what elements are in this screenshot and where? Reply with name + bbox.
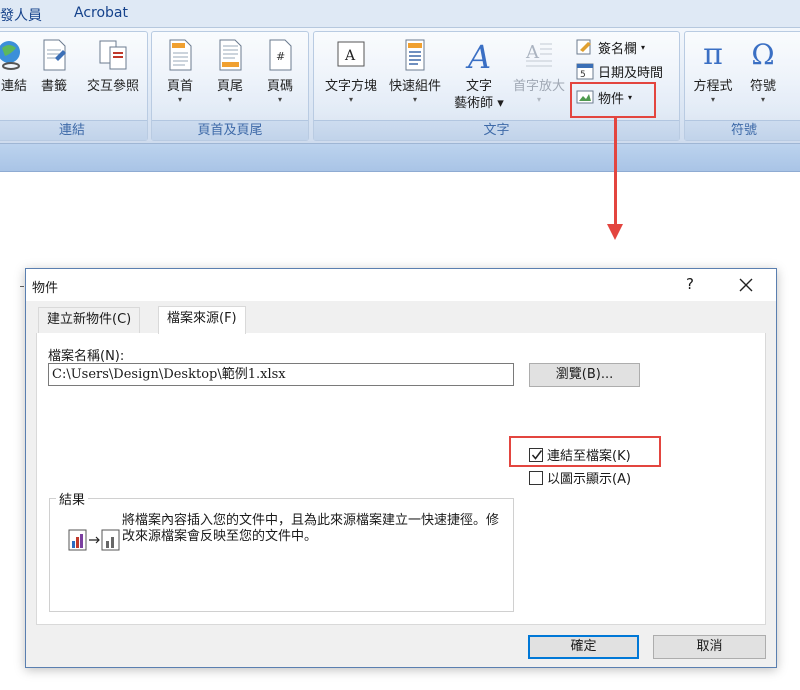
ruler-tick: [20, 286, 24, 287]
textbox-button[interactable]: A 文字方塊 ▾: [320, 38, 382, 105]
link-file-icon: [68, 529, 120, 551]
quick-parts-button[interactable]: 快速組件 ▾: [384, 38, 446, 105]
date-time-icon: 5: [576, 63, 594, 80]
date-time-button[interactable]: 5 日期及時間: [576, 60, 663, 82]
footer-button[interactable]: 頁尾 ▾: [212, 38, 248, 105]
header-button[interactable]: 頁首 ▾: [162, 38, 198, 105]
svg-text:A: A: [465, 38, 491, 72]
tab-acrobat[interactable]: Acrobat: [74, 5, 128, 21]
group-label-links: 連結: [0, 120, 147, 140]
group-label-text: 文字: [314, 120, 679, 140]
tab-from-file[interactable]: 檔案來源(F): [158, 306, 246, 334]
bookmark-icon: [43, 39, 66, 71]
result-label: 結果: [56, 489, 89, 508]
ribbon-tab-bar: 發人員 Acrobat: [0, 0, 800, 28]
svg-text:#: #: [276, 50, 285, 63]
display-as-icon-checkbox[interactable]: 以圖示顯示(A): [529, 468, 631, 487]
quick-parts-icon: [405, 39, 425, 71]
link-to-file-checkbox[interactable]: 連結至檔案(K): [529, 445, 631, 464]
header-icon: [169, 39, 192, 71]
tab-developer[interactable]: 發人員: [0, 5, 42, 25]
callout-arrow-line: [614, 116, 617, 226]
group-header-footer: 頁首 ▾ 頁尾 ▾ # 頁碼 ▾ 頁首及頁尾: [151, 31, 309, 141]
filename-label: 檔案名稱(N):: [48, 349, 125, 364]
bookmark-button[interactable]: 書籤: [37, 38, 71, 95]
ribbon-bottom-band: [0, 144, 800, 172]
equation-button[interactable]: π 方程式 ▾: [689, 38, 737, 105]
signature-line-button[interactable]: 簽名欄 ▾: [576, 36, 645, 58]
group-links: 連結 書籤 交互參照 連結: [0, 31, 148, 141]
browse-button[interactable]: 瀏覽(B)...: [529, 363, 640, 387]
filename-input[interactable]: C:\Users\Design\Desktop\範例1.xlsx: [48, 363, 514, 386]
checkbox-unchecked-icon: [529, 470, 543, 485]
object-dialog: 物件 ? 建立新物件(C) 檔案來源(F) 檔案名稱(N): C:\Users\…: [25, 268, 777, 668]
signature-line-icon: [576, 39, 591, 55]
ribbon: 連結 書籤 交互參照 連結 頁首 ▾ 頁尾 ▾ # 頁碼 ▾ 頁首及頁尾 A 文…: [0, 28, 800, 144]
hyperlink-icon: [0, 41, 20, 70]
svg-text:5: 5: [580, 70, 586, 80]
object-highlight-box: [570, 82, 656, 118]
close-icon[interactable]: [736, 275, 756, 295]
dialog-title: 物件: [32, 281, 59, 296]
hyperlink-button[interactable]: 連結: [0, 38, 31, 95]
group-label-symbols: 符號: [685, 120, 800, 140]
cancel-button[interactable]: 取消: [653, 635, 766, 659]
dialog-titlebar: 物件 ?: [26, 269, 776, 301]
page-number-icon: #: [269, 39, 292, 71]
drop-cap-button: A 首字放大 ▾: [508, 38, 570, 105]
textbox-icon: A: [337, 41, 365, 67]
wordart-icon: A: [465, 38, 491, 72]
equation-icon: π: [703, 37, 723, 72]
tab-create-new[interactable]: 建立新物件(C): [38, 307, 141, 333]
drop-cap-icon: A: [525, 42, 552, 67]
symbol-icon: Ω: [751, 38, 775, 71]
symbol-button[interactable]: Ω 符號 ▾: [743, 38, 783, 105]
cross-reference-button[interactable]: 交互參照: [81, 38, 145, 95]
callout-arrow-head: [607, 224, 623, 240]
result-description: 將檔案內容插入您的文件中，且為此來源檔案建立一快速捷徑。修改來源檔案會反映至您的…: [122, 513, 500, 544]
wordart-button[interactable]: A 文字 藝術師 ▾: [448, 38, 510, 112]
group-symbols: π 方程式 ▾ Ω 符號 ▾ 符號: [684, 31, 800, 141]
help-button[interactable]: ?: [682, 275, 698, 293]
page-number-button[interactable]: # 頁碼 ▾: [262, 38, 298, 105]
checkbox-checked-icon: [529, 447, 543, 462]
ok-button[interactable]: 確定: [528, 635, 639, 659]
svg-text:A: A: [344, 48, 356, 64]
group-label-header-footer: 頁首及頁尾: [152, 120, 308, 140]
footer-icon: [219, 39, 242, 71]
svg-text:A: A: [525, 42, 540, 63]
cross-reference-icon: [99, 40, 127, 70]
